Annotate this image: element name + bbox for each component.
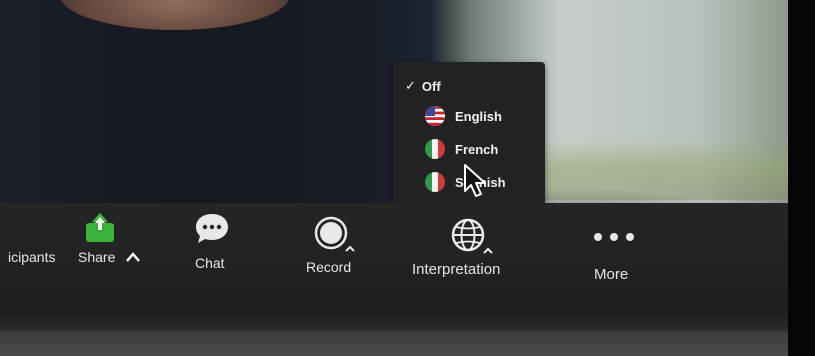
menu-item-off[interactable]: ✓ Off: [405, 74, 441, 98]
toolbar-bottom-strip: [0, 331, 788, 356]
chat-bubble-icon: [196, 214, 228, 243]
interpretation-button[interactable]: Interpretation: [410, 203, 540, 303]
record-label: Record: [306, 259, 352, 275]
record-button[interactable]: Record: [300, 203, 375, 303]
interpretation-label: Interpretation: [412, 261, 501, 278]
more-dots-icon: [594, 233, 634, 241]
more-label: More: [594, 266, 629, 283]
menu-item-label: French: [455, 141, 499, 157]
chevron-up-icon[interactable]: [125, 251, 141, 263]
window-edge: [788, 0, 815, 356]
menu-item-label: English: [455, 108, 502, 124]
more-button[interactable]: More: [580, 203, 650, 303]
italy-flag-icon: [425, 172, 445, 192]
meeting-toolbar: icipants Share Chat Record Interpretatio…: [0, 203, 788, 356]
share-screen-icon: [86, 212, 114, 242]
menu-item-label: Off: [421, 78, 441, 94]
participants-button[interactable]: icipants: [0, 203, 60, 303]
us-flag-icon: [425, 106, 445, 126]
share-label: Share: [78, 249, 116, 265]
record-icon: [314, 216, 355, 252]
italy-flag-icon: [425, 139, 445, 159]
participants-label: icipants: [8, 249, 56, 265]
menu-item-english[interactable]: English: [425, 104, 502, 128]
participant-face: [60, 0, 290, 30]
globe-icon: [451, 218, 493, 254]
checkmark-icon: ✓: [405, 78, 416, 93]
chat-button[interactable]: Chat: [180, 203, 250, 303]
mouse-cursor-icon: [464, 164, 486, 197]
menu-item-french[interactable]: French: [425, 137, 498, 161]
chat-label: Chat: [195, 255, 225, 271]
share-button[interactable]: Share: [70, 203, 150, 303]
